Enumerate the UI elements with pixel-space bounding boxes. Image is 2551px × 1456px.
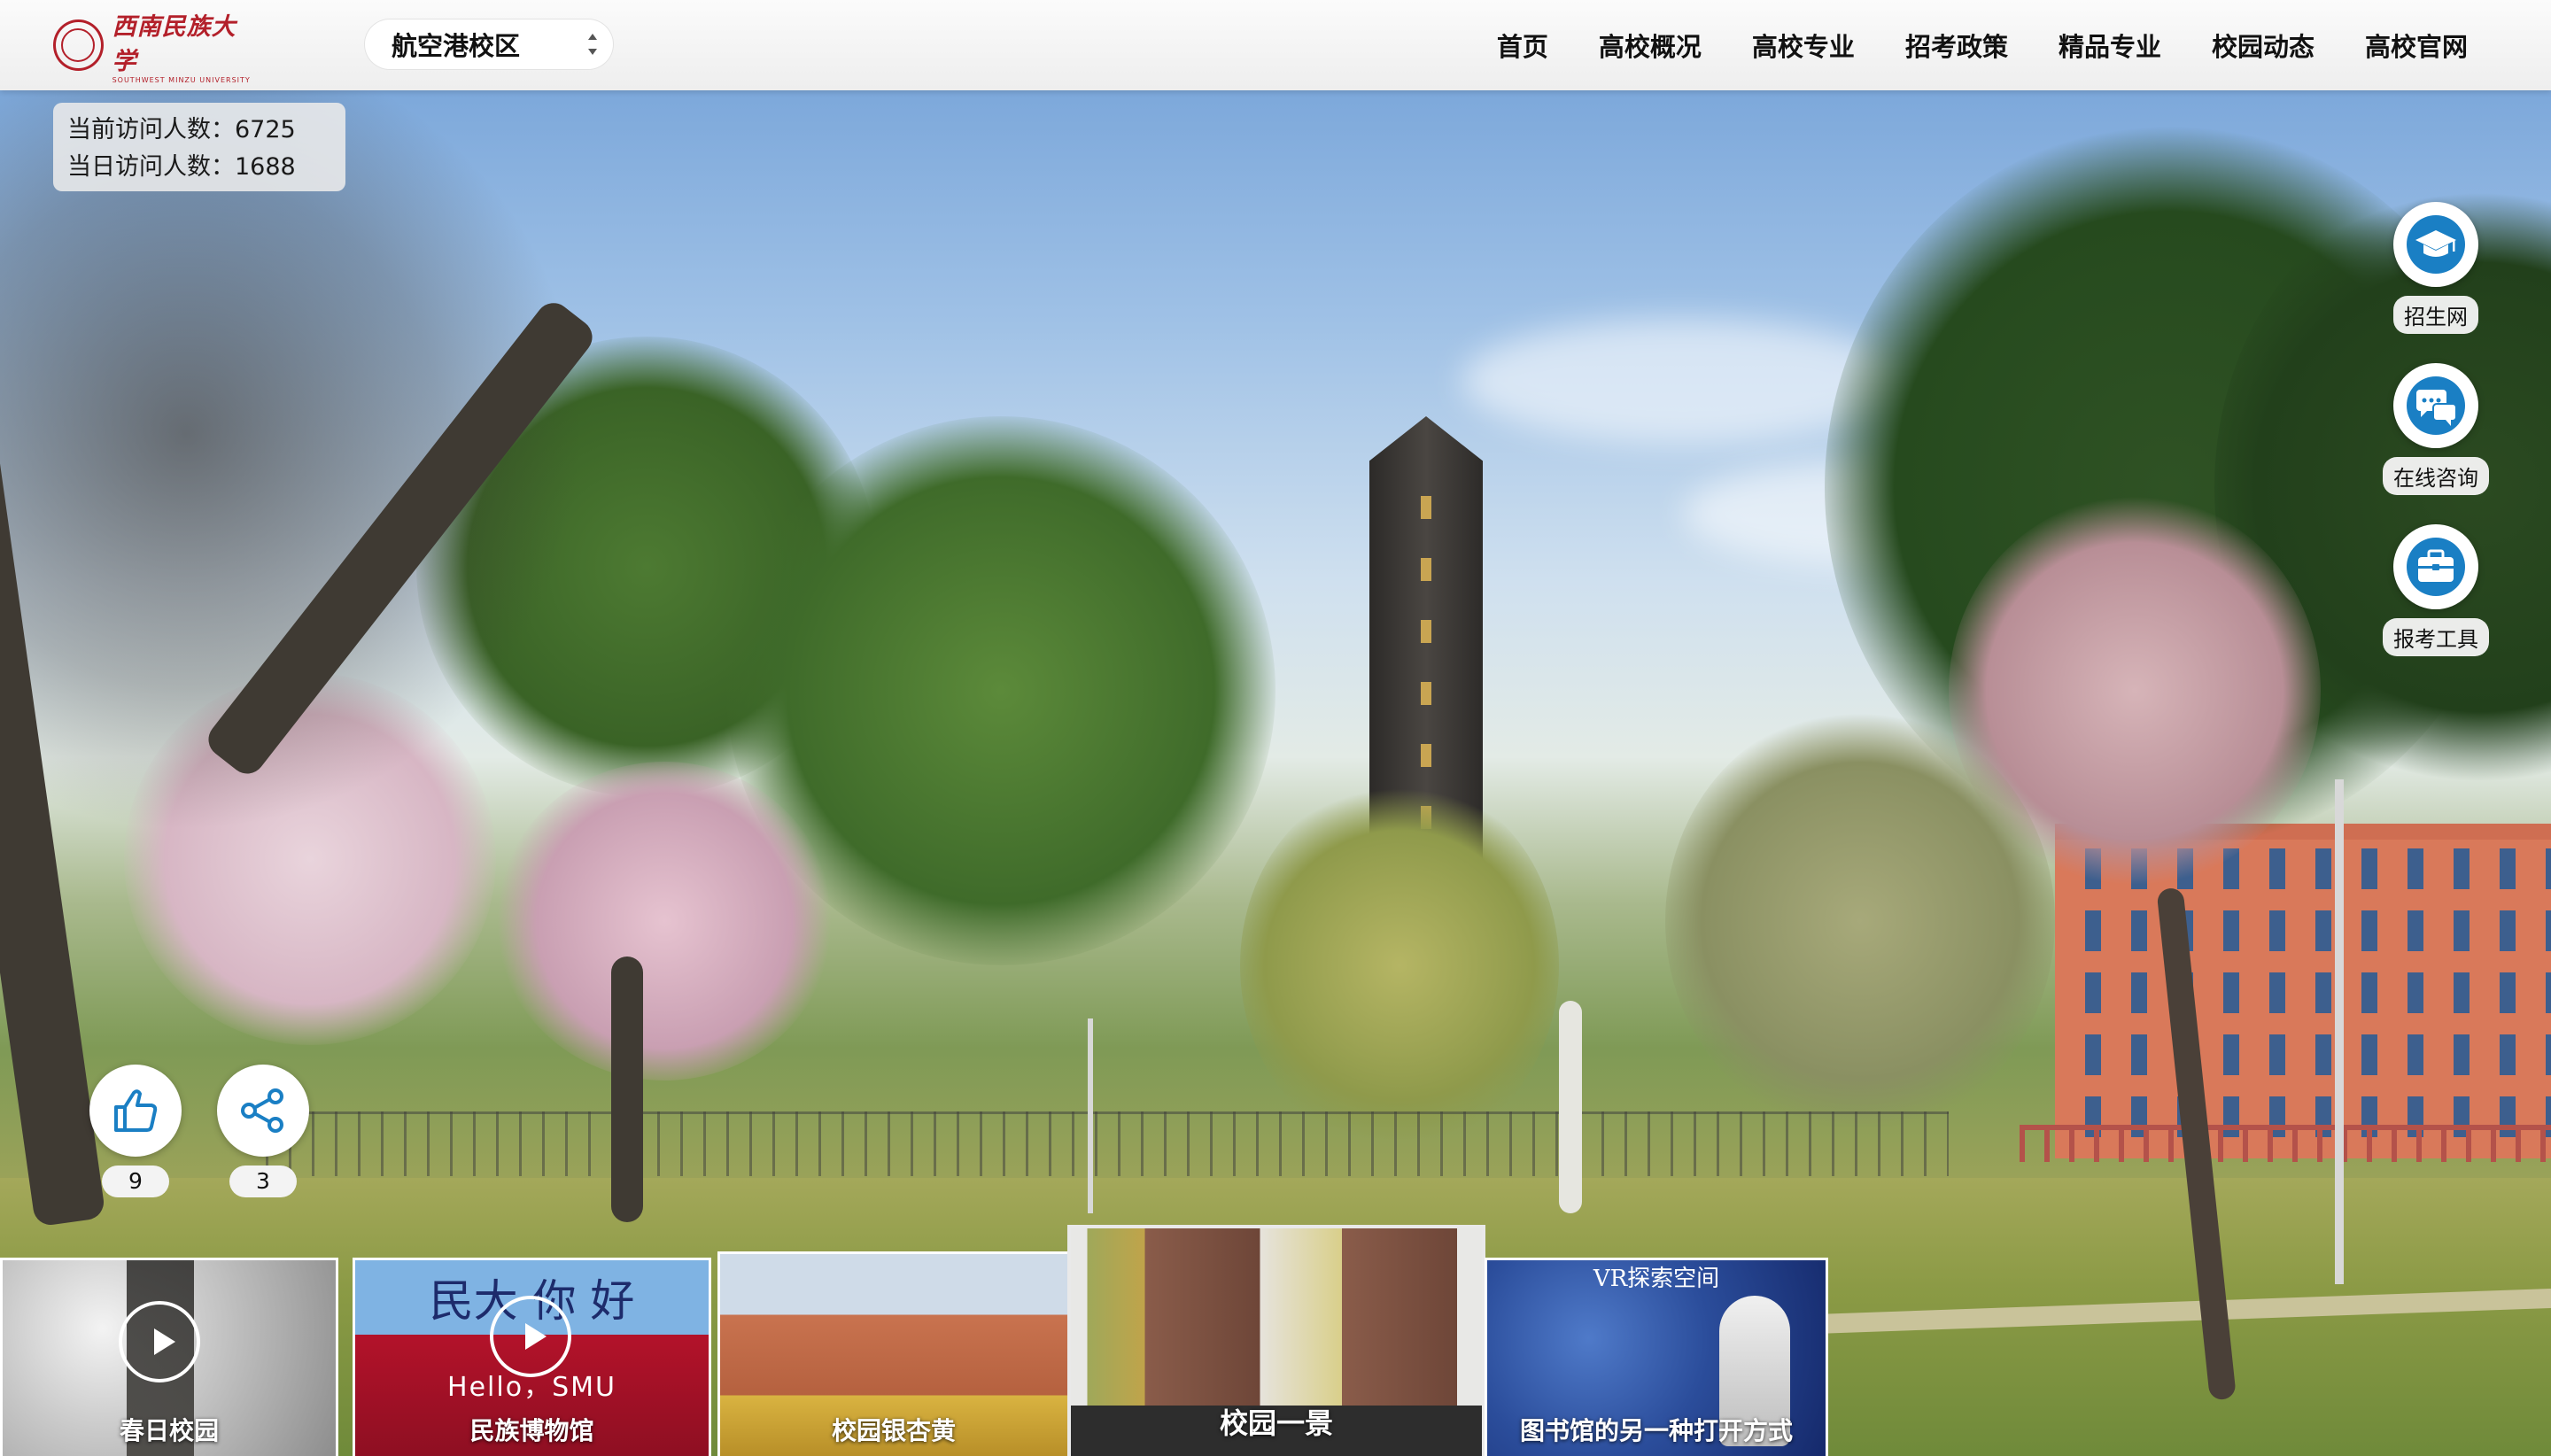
nav-overview[interactable]: 高校概况	[1599, 27, 1702, 64]
thumbs-up-icon	[114, 1089, 158, 1132]
side-button-label: 报考工具	[2383, 618, 2489, 656]
vr-sign-text: VR探索空间	[1593, 1266, 1720, 1292]
thumbnail-caption: 校园银杏黄	[831, 1416, 956, 1445]
street-lamp	[2335, 779, 2344, 1284]
side-button-circle[interactable]	[2393, 202, 2478, 287]
current-visitors: 当前访问人数：6725	[67, 112, 331, 149]
play-icon[interactable]	[490, 1296, 571, 1377]
chat-bubbles-icon	[2407, 376, 2465, 435]
like-button[interactable]: 9	[89, 1065, 182, 1197]
visitor-counter: 当前访问人数：6725 当日访问人数：1688	[53, 103, 345, 191]
share-circle[interactable]	[217, 1065, 309, 1157]
thumbnail-campus-view[interactable]: 校园一景	[1067, 1225, 1485, 1456]
willow-tree	[1665, 709, 2055, 1134]
logo-name-en: SOUTHWEST MINZU UNIVERSITY	[112, 75, 251, 84]
tree-trunk	[611, 956, 643, 1222]
thumbnail-ethnic-museum[interactable]: 民大 你 好 Hello，SMU 民族博物馆	[353, 1258, 711, 1456]
share-icon	[241, 1088, 283, 1133]
side-button-admissions[interactable]: 招生网	[2392, 202, 2480, 334]
university-logo[interactable]: 西南民族大学 SOUTHWEST MINZU UNIVERSITY	[53, 13, 257, 84]
share-count: 3	[229, 1166, 297, 1197]
side-button-consult[interactable]: 在线咨询	[2383, 363, 2489, 495]
thumbnail-spring-campus[interactable]: 春日校园	[0, 1258, 338, 1456]
campus-select-value: 航空港校区	[392, 31, 521, 61]
logo-wordmark: 西南民族大学 SOUTHWEST MINZU UNIVERSITY	[112, 7, 257, 84]
select-arrows-icon	[586, 34, 599, 55]
willow-tree	[1240, 779, 1559, 1151]
street-lamp	[1088, 1018, 1093, 1213]
like-circle[interactable]	[89, 1065, 182, 1157]
nav-majors[interactable]: 高校专业	[1752, 27, 1855, 64]
university-seal-icon	[53, 19, 104, 71]
nav-featured-majors[interactable]: 精品专业	[2059, 27, 2161, 64]
thumbnail-library-vr[interactable]: VR探索空间 图书馆的另一种打开方式	[1485, 1258, 1828, 1456]
nav-official-site[interactable]: 高校官网	[2365, 27, 2468, 64]
current-visitors-value: 6725	[235, 116, 296, 143]
side-button-circle[interactable]	[2393, 363, 2478, 448]
today-visitors-value: 1688	[235, 153, 296, 181]
today-visitors-label: 当日访问人数：	[67, 153, 235, 181]
nav-admission-policy[interactable]: 招考政策	[1905, 27, 2008, 64]
thumbnail-caption: 民族博物馆	[469, 1416, 594, 1445]
side-button-label: 在线咨询	[2383, 457, 2489, 495]
play-icon[interactable]	[119, 1301, 200, 1382]
today-visitors: 当日访问人数：1688	[67, 149, 331, 186]
nav-home[interactable]: 首页	[1497, 27, 1548, 64]
logo-name-cn: 西南民族大学	[112, 12, 236, 75]
share-button[interactable]: 3	[216, 1065, 310, 1197]
current-visitors-label: 当前访问人数：	[67, 116, 235, 143]
thumbnail-caption: 春日校园	[119, 1416, 219, 1445]
red-bridge	[2020, 1125, 2551, 1162]
fence	[266, 1111, 1949, 1176]
top-navbar: 西南民族大学 SOUTHWEST MINZU UNIVERSITY 航空港校区 …	[0, 0, 2551, 90]
side-button-circle[interactable]	[2393, 524, 2478, 609]
nav-campus-news[interactable]: 校园动态	[2212, 27, 2315, 64]
campus-select[interactable]: 航空港校区	[365, 19, 613, 69]
blossom-tree	[496, 762, 833, 1080]
thumbnail-ginkgo[interactable]: 校园银杏黄	[717, 1251, 1070, 1456]
main-nav: 首页 高校概况 高校专业 招考政策 精品专业 校园动态 高校官网	[1497, 0, 2468, 90]
like-count: 9	[102, 1166, 169, 1197]
side-button-label: 招生网	[2393, 296, 2478, 334]
thumbnail-caption: 校园一景	[1219, 1406, 1333, 1440]
side-button-tools[interactable]: 报考工具	[2383, 524, 2489, 656]
briefcase-icon	[2407, 538, 2465, 596]
thumbnail-caption: 图书馆的另一种打开方式	[1519, 1416, 1793, 1445]
graduation-cap-icon	[2407, 215, 2465, 274]
tree-trunk	[1559, 1001, 1582, 1213]
